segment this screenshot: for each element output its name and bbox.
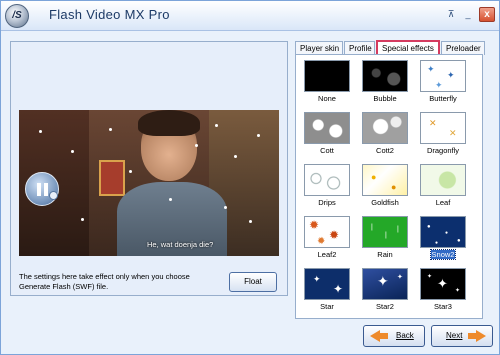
effect-star3[interactable]: ✦ ✦ ✦ Star3: [417, 266, 469, 312]
effect-leaf[interactable]: Leaf: [417, 162, 469, 208]
effect-bubble-thumbnail: [362, 60, 408, 92]
video-subtitle: He, wat doenja die?: [147, 240, 214, 249]
app-logo-letter: /S: [12, 10, 22, 21]
effect-leaf2-thumbnail: ✹ ✹ ✹: [304, 216, 350, 248]
effect-butterfly[interactable]: ✦ ✦ ✦ Butterfly: [417, 58, 469, 104]
back-button-label: Back: [396, 331, 414, 340]
effect-butterfly-thumbnail: ✦ ✦ ✦: [420, 60, 466, 92]
effect-snow2-thumbnail: ● ● ● ●: [420, 216, 466, 248]
preview-panel: He, wat doenja die? The settings here ta…: [10, 41, 288, 296]
video-preview: He, wat doenja die?: [19, 110, 279, 256]
effect-label: Drips: [318, 198, 336, 207]
effect-star2-thumbnail: ✦ ✦: [362, 268, 408, 300]
effect-star3-thumbnail: ✦ ✦ ✦: [420, 268, 466, 300]
app-logo-icon: /S: [5, 4, 29, 28]
tray-icon[interactable]: ⊼: [444, 8, 458, 20]
effect-drips-thumbnail: [304, 164, 350, 196]
effects-gallery: None Bubble ✦ ✦ ✦ Butterfly Cott Cott2 ✕: [295, 54, 483, 319]
effect-rain-thumbnail: | | |: [362, 216, 408, 248]
effect-dragonfly[interactable]: ✕ ✕ Dragonfly: [417, 110, 469, 156]
effect-star[interactable]: ✦ ✦ Star: [301, 266, 353, 312]
next-button-label: Next: [446, 331, 463, 340]
effect-cott2-thumbnail: [362, 112, 408, 144]
effect-label: Star2: [376, 302, 394, 311]
effect-label: Butterfly: [429, 94, 457, 103]
tab-profile[interactable]: Profile: [344, 41, 375, 55]
effect-none-thumbnail: [304, 60, 350, 92]
window-title: Flash Video MX Pro: [49, 7, 170, 22]
effect-label: Cott2: [376, 146, 394, 155]
effect-label: Rain: [377, 250, 393, 259]
effect-cott[interactable]: Cott: [301, 110, 353, 156]
effect-rain[interactable]: | | | Rain: [359, 214, 411, 260]
effect-snow2[interactable]: ● ● ● ● Snow2: [417, 214, 469, 260]
effect-leaf-thumbnail: [420, 164, 466, 196]
effect-star2[interactable]: ✦ ✦ Star2: [359, 266, 411, 312]
tab-player-skin[interactable]: Player skin: [295, 41, 343, 55]
effect-label: None: [318, 94, 336, 103]
back-arrow-icon: [370, 330, 380, 342]
effect-label: Dragonfly: [426, 146, 460, 155]
effect-goldfish[interactable]: ● ● Goldfish: [359, 162, 411, 208]
effect-goldfish-thumbnail: ● ●: [362, 164, 408, 196]
tab-preloader[interactable]: Preloader: [441, 41, 485, 55]
effect-label: Leaf2: [317, 250, 337, 259]
title-bar: /S Flash Video MX Pro ⊼ _ x: [1, 1, 499, 31]
minimize-button[interactable]: _: [461, 8, 475, 20]
close-button[interactable]: x: [479, 7, 495, 22]
effect-none[interactable]: None: [301, 58, 353, 104]
effect-label: Cott: [320, 146, 334, 155]
next-button[interactable]: Next: [431, 325, 493, 347]
effect-bubble[interactable]: Bubble: [359, 58, 411, 104]
effect-label: Star3: [434, 302, 452, 311]
effect-label: Bubble: [373, 94, 397, 103]
effect-dragonfly-thumbnail: ✕ ✕: [420, 112, 466, 144]
effect-leaf2[interactable]: ✹ ✹ ✹ Leaf2: [301, 214, 353, 260]
effect-label: Star: [320, 302, 334, 311]
effect-note: The settings here take effect only when …: [19, 272, 190, 291]
effect-label-selected: Snow2: [429, 249, 457, 260]
effect-drips[interactable]: Drips: [301, 162, 353, 208]
effect-label: Goldfish: [371, 198, 399, 207]
pause-button[interactable]: [25, 172, 59, 206]
effect-cott-thumbnail: [304, 112, 350, 144]
app-window: /S Flash Video MX Pro ⊼ _ x He, wat doen…: [0, 0, 500, 355]
effect-star-thumbnail: ✦ ✦: [304, 268, 350, 300]
effect-label: Leaf: [435, 198, 451, 207]
float-button[interactable]: Float: [229, 272, 277, 292]
next-arrow-icon: [476, 330, 486, 342]
back-button[interactable]: Back: [363, 325, 425, 347]
effect-cott2[interactable]: Cott2: [359, 110, 411, 156]
